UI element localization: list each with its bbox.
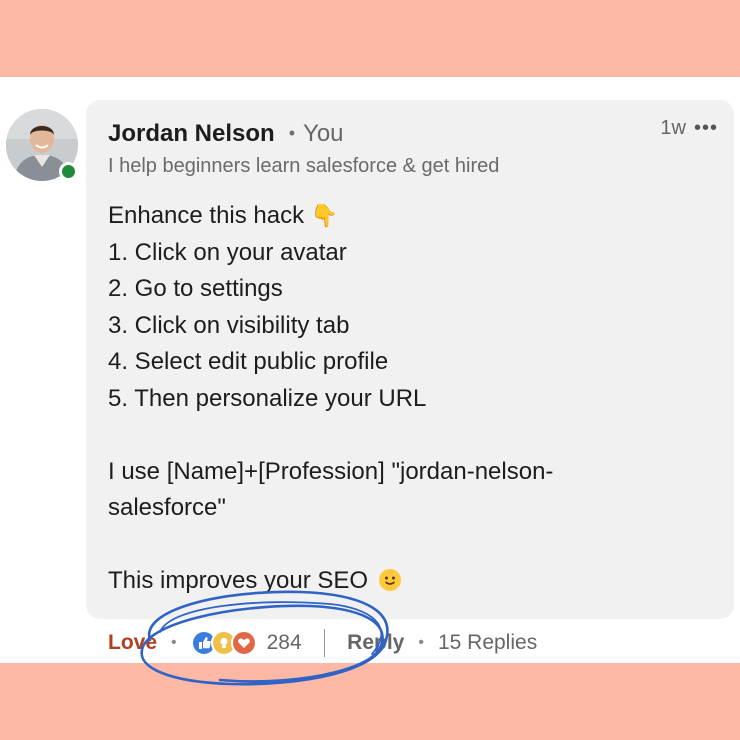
body-line-4: 4. Select edit public profile xyxy=(108,348,389,375)
smile-icon xyxy=(378,569,401,591)
comment-actions: Love • 284 Reply • 15 Replies xyxy=(108,627,537,659)
separator-dot: • xyxy=(171,634,177,651)
body-paragraph-2: I use [Name]+[Profession] "jordan-nelson… xyxy=(108,457,554,522)
reply-button[interactable]: Reply xyxy=(347,631,404,655)
reaction-icons[interactable] xyxy=(190,630,257,656)
reaction-count[interactable]: 284 xyxy=(267,631,302,655)
body-line-2: 2. Go to settings xyxy=(108,275,283,302)
more-options-icon[interactable]: ••• xyxy=(694,117,718,140)
comment-meta: 1w ••• xyxy=(660,117,718,140)
online-dot-icon xyxy=(59,162,78,181)
relation-label: You xyxy=(303,120,344,147)
bottom-band xyxy=(0,663,740,740)
body-line-5: 5. Then personalize your URL xyxy=(108,384,427,412)
author-avatar[interactable] xyxy=(6,109,80,183)
top-band xyxy=(0,0,740,77)
pointing-down-icon: 👇 xyxy=(310,203,339,228)
action-divider xyxy=(323,629,326,657)
body-line-0: Enhance this hack 👇 xyxy=(108,202,339,229)
separator-dot: • xyxy=(288,123,296,143)
comment-body: Enhance this hack 👇 1. Click on your ava… xyxy=(108,198,718,600)
timestamp: 1w xyxy=(660,117,686,139)
separator-dot: • xyxy=(418,634,424,651)
author-headline: I help beginners learn salesforce & get … xyxy=(108,155,500,177)
body-line-1: 1. Click on your avatar xyxy=(108,238,347,266)
love-icon xyxy=(230,630,257,656)
body-line-3: 3. Click on visibility tab xyxy=(108,311,350,339)
body-paragraph-3: This improves your SEO xyxy=(108,563,718,600)
author-row: Jordan Nelson • You xyxy=(108,120,344,148)
replies-link[interactable]: 15 Replies xyxy=(438,631,537,655)
love-reaction-button[interactable]: Love xyxy=(108,631,157,655)
author-name[interactable]: Jordan Nelson xyxy=(108,120,275,148)
